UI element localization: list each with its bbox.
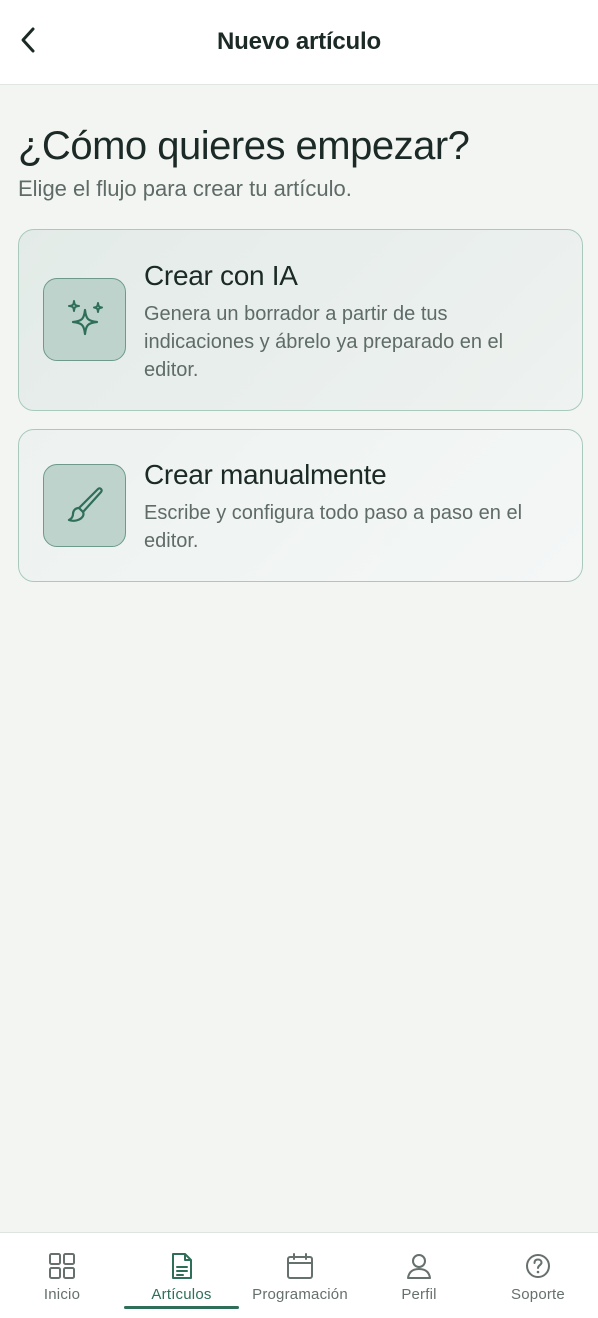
brush-icon-tile [43,464,126,547]
card-description: Escribe y configura todo paso a paso en … [144,502,523,552]
card-title: Crear con IA [144,260,298,291]
grid-icon [49,1253,75,1279]
user-icon [407,1254,431,1279]
tab-label: Programación [252,1286,348,1303]
tab-label: Perfil [401,1286,437,1303]
tab-programacion[interactable]: Programación [241,1233,359,1318]
create-with-ai-card[interactable]: Crear con IA Genera un borrador a partir… [18,229,583,411]
sparkles-icon [67,299,103,335]
chevron-left-icon [21,27,35,53]
active-tab-indicator [124,1306,239,1309]
back-button[interactable] [10,22,46,58]
sparkles-icon-tile [43,278,126,361]
page-header-title: Nuevo artículo [217,28,381,55]
tab-label: Soporte [511,1286,565,1303]
brush-icon [67,486,103,522]
create-manually-card[interactable]: Crear manualmente Escribe y configura to… [18,429,583,582]
tab-perfil[interactable]: Perfil [360,1233,478,1318]
card-title: Crear manualmente [144,459,387,490]
calendar-icon [287,1253,313,1279]
bottom-tab-bar: Inicio Artículos Programación Perfil Sop… [0,1232,598,1318]
top-app-bar: Nuevo artículo [0,0,598,85]
tab-inicio[interactable]: Inicio [3,1233,121,1318]
main-content: ¿Cómo quieres empezar? Elige el flujo pa… [18,120,583,582]
tab-label: Inicio [43,1286,81,1303]
help-circle-icon [526,1254,550,1278]
page-title: ¿Cómo quieres empezar? [18,124,470,168]
page-subtitle: Elige el flujo para crear tu artículo. [18,176,352,201]
tab-label: Artículos [151,1286,212,1303]
card-description: Genera un borrador a partir de tus indic… [144,303,504,381]
document-icon [171,1253,192,1279]
tab-soporte[interactable]: Soporte [479,1233,597,1318]
